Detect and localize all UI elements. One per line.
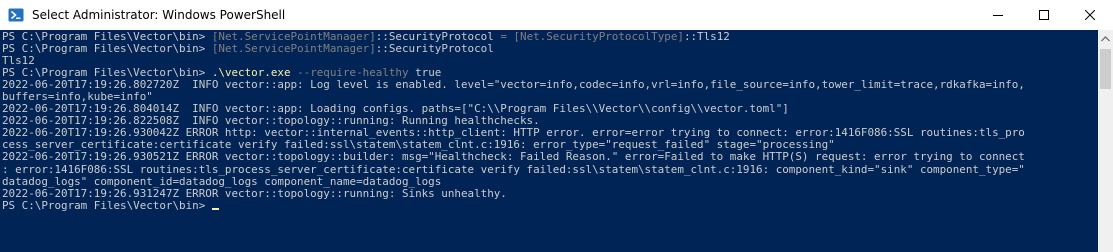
console-text-segment: [Net.ServicePointManager]	[211, 42, 376, 56]
minimize-button[interactable]	[975, 0, 1021, 30]
close-button[interactable]	[1067, 0, 1113, 30]
text-cursor	[211, 207, 219, 210]
console-text-segment: PS C:\Program Files\Vector\bin>	[2, 42, 212, 56]
console-text-segment: cess_server_certificate:certificate veri…	[2, 138, 835, 152]
scroll-up-button[interactable]	[1098, 30, 1113, 47]
scroll-thumb[interactable]	[1100, 49, 1111, 89]
console-text-segment: ::Tls12	[683, 30, 730, 43]
minimize-icon	[993, 15, 1003, 16]
console-text-segment: : error:1416F086:SSL routines:tls_proces…	[2, 162, 1025, 176]
console-output[interactable]: PS C:\Program Files\Vector\bin> [Net.Ser…	[0, 30, 1098, 252]
console-text-segment: 2022-06-20T17:19:26.930521Z ERROR vector…	[2, 150, 1025, 164]
console-text-segment: 2022-06-20T17:19:26.804014Z INFO vector:…	[2, 102, 789, 116]
powershell-window: Select Administrator: Windows PowerShell…	[0, 0, 1113, 252]
console-text-segment: [Net.ServicePointManager]	[211, 30, 376, 43]
console-text-segment: Tls12	[2, 54, 35, 68]
console-text-segment: PS C:\Program Files\Vector\bin>	[2, 198, 212, 212]
powershell-icon[interactable]	[8, 7, 24, 23]
maximize-icon	[1039, 10, 1049, 20]
console-text-segment: .\vector.exe	[211, 66, 291, 80]
window-title: Select Administrator: Windows PowerShell	[32, 8, 286, 22]
console-text-segment: 2022-06-20T17:19:26.802720Z INFO vector:…	[2, 78, 1025, 92]
console-text-segment: datadog_logs" component_id=datadog_logs …	[2, 174, 442, 188]
console-text-segment: --require-healthy	[297, 66, 409, 80]
console-line: PS C:\Program Files\Vector\bin> [Net.Ser…	[2, 43, 1098, 55]
console-text-segment: PS C:\Program Files\Vector\bin>	[2, 66, 212, 80]
console-text-segment: [Net.SecurityProtocolType]	[513, 30, 684, 43]
console-text-segment: ::SecurityProtocol	[375, 42, 494, 56]
console-text-segment: 2022-06-20T17:19:26.822508Z INFO vector:…	[2, 114, 540, 128]
close-icon	[1085, 10, 1095, 20]
vertical-scrollbar[interactable]	[1098, 30, 1113, 252]
console-text-segment: ::SecurityProtocol	[375, 30, 501, 43]
console-text-segment: buffers=info,kube=info"	[2, 90, 153, 104]
console-text-segment: 2022-06-20T17:19:26.931247Z ERROR vector…	[2, 186, 507, 200]
maximize-button[interactable]	[1021, 0, 1067, 30]
scroll-up-arrow-icon	[1101, 35, 1110, 41]
console-line: 2022-06-20T17:19:26.802720Z INFO vector:…	[2, 79, 1098, 91]
console-text-segment: PS C:\Program Files\Vector\bin>	[2, 30, 212, 43]
title-bar[interactable]: Select Administrator: Windows PowerShell	[0, 0, 1113, 30]
console-line: PS C:\Program Files\Vector\bin>	[2, 198, 1098, 212]
console-text-segment: 2022-06-20T17:19:26.930042Z ERROR http: …	[2, 126, 1025, 140]
console-text-segment: true	[408, 66, 442, 80]
